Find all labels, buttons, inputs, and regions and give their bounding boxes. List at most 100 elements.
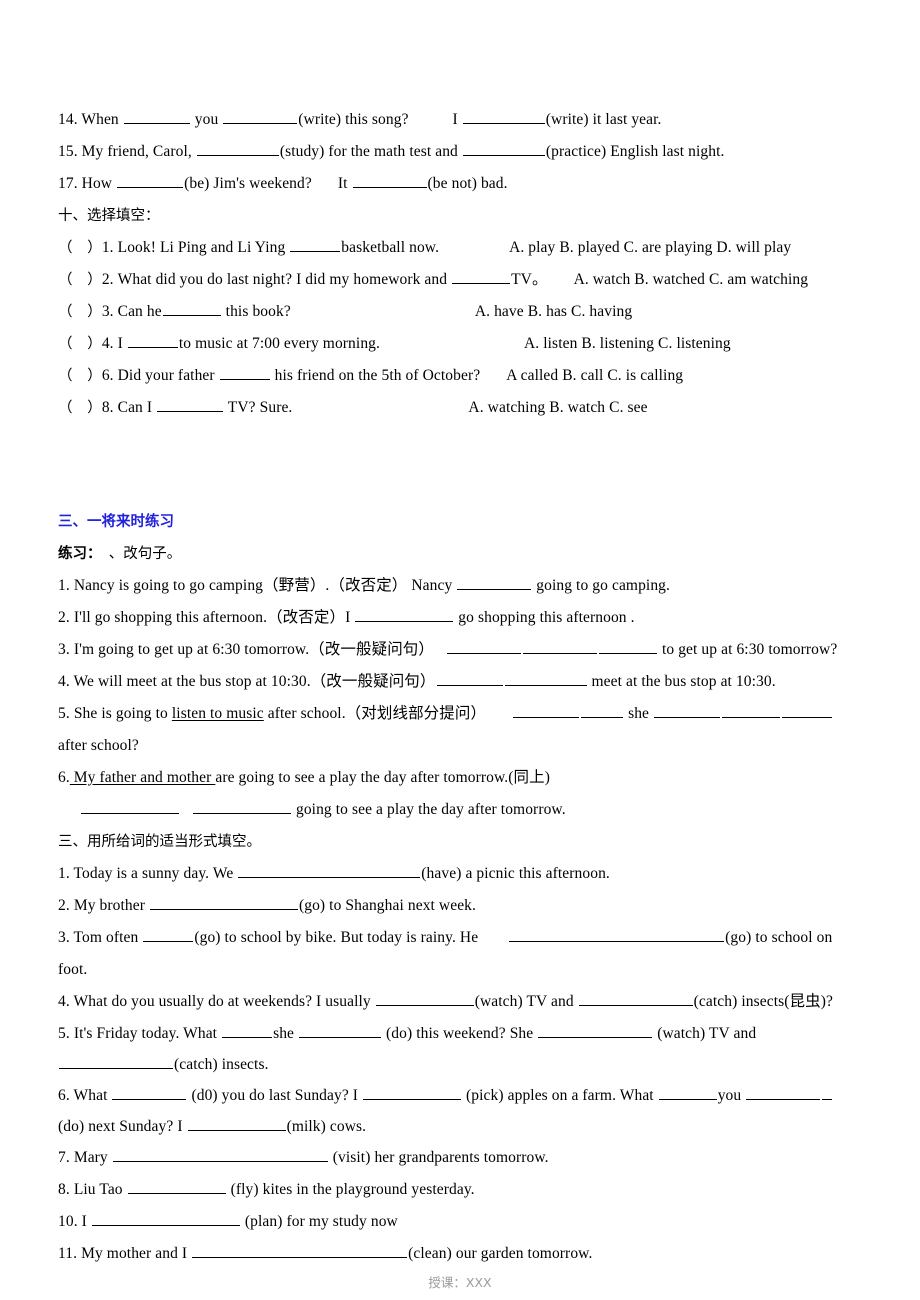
answer-blank[interactable] <box>127 332 178 348</box>
item-text-part: (write) it last year. <box>545 111 662 128</box>
mc-options[interactable]: A. have B. has C. having <box>475 303 632 320</box>
answer-blank[interactable] <box>457 574 532 590</box>
answer-blank[interactable] <box>222 1022 273 1038</box>
answer-blank[interactable] <box>654 702 721 718</box>
item-number: 5. <box>58 1025 74 1042</box>
answer-blank[interactable] <box>375 990 474 1006</box>
answer-blank[interactable] <box>123 108 190 124</box>
item-text-part: It <box>337 175 352 192</box>
answer-blank[interactable] <box>238 862 421 878</box>
answer-blank[interactable] <box>352 172 427 188</box>
item-number: 7. <box>58 1149 74 1166</box>
answer-blank[interactable] <box>91 1210 240 1226</box>
item-text-part: to music at 7:00 every morning. <box>178 335 380 352</box>
item-text-part: (catch) insects(昆虫)? <box>693 993 833 1010</box>
item-text-part: to get up at 6:30 tomorrow? <box>658 641 838 658</box>
item-text-part: It's Friday today. What <box>73 1025 222 1042</box>
item-text-part: basketball now. <box>341 239 440 256</box>
future-item-5: 5. She is going to listen to music after… <box>58 698 858 762</box>
answer-blank[interactable] <box>452 268 511 284</box>
answer-bracket[interactable]: （ ） <box>58 336 102 352</box>
section-heading-future-tense: 三、一将来时练习 <box>58 514 174 530</box>
answer-blank[interactable] <box>538 1022 653 1038</box>
answer-blank[interactable] <box>523 638 597 654</box>
answer-blank[interactable] <box>219 364 270 380</box>
answer-blank[interactable] <box>112 1146 328 1162</box>
answer-blank[interactable] <box>578 990 693 1006</box>
item-text-part: (d0) you do last Sunday? I <box>187 1087 363 1104</box>
answer-blank[interactable] <box>447 638 521 654</box>
item-text-part: going to see a play the day after tomorr… <box>292 801 566 818</box>
item-text-part: TV? Sure. <box>224 399 293 416</box>
underlined-phrase: listen to music <box>171 705 264 722</box>
answer-blank[interactable] <box>746 1084 821 1100</box>
mc-options[interactable]: A. watching B. watch C. see <box>468 399 647 416</box>
item-text-part: his friend on the 5th of October? <box>270 367 481 384</box>
mc-options[interactable]: A called B. call C. is calling <box>506 367 683 384</box>
answer-blank[interactable] <box>143 926 194 942</box>
item-number: 17. <box>58 175 82 192</box>
answer-blank[interactable] <box>658 1084 717 1100</box>
answer-blank[interactable] <box>149 894 298 910</box>
answer-blank[interactable] <box>187 1115 286 1131</box>
item-text-part: Look! Li Ping and Li Ying <box>117 239 290 256</box>
item-number: 1. <box>101 239 118 256</box>
answer-blank[interactable] <box>127 1178 226 1194</box>
answer-blank[interactable] <box>290 236 341 252</box>
answer-blank[interactable] <box>513 702 580 718</box>
item-text-part: Mary <box>73 1149 112 1166</box>
answer-bracket[interactable]: （ ） <box>58 368 102 384</box>
item-number: 3. <box>101 303 118 320</box>
item-number: 8. <box>58 1181 74 1198</box>
mc-options[interactable]: A. play B. played C. are playing D. will… <box>509 239 791 256</box>
item-number: 2. <box>58 609 74 626</box>
answer-blank[interactable] <box>581 702 624 718</box>
answer-bracket[interactable]: （ ） <box>58 400 102 416</box>
forms-item-10: 10. I (plan) for my study now <box>58 1206 858 1238</box>
answer-blank[interactable] <box>599 638 657 654</box>
item-number: 2. <box>58 897 74 914</box>
answer-blank[interactable] <box>193 798 291 814</box>
forms-item-2: 2. My brother (go) to Shanghai next week… <box>58 890 858 922</box>
answer-blank[interactable] <box>363 1084 462 1100</box>
answer-blank[interactable] <box>223 108 298 124</box>
answer-blank[interactable] <box>81 798 179 814</box>
answer-blank[interactable] <box>192 1242 408 1258</box>
answer-blank[interactable] <box>112 1084 187 1100</box>
answer-blank[interactable] <box>782 702 833 718</box>
item-text-part: My brother <box>73 897 149 914</box>
future-item-3: 3. I'm going to get up at 6:30 tomorrow.… <box>58 634 858 666</box>
answer-blank[interactable] <box>196 140 279 156</box>
answer-blank[interactable] <box>436 670 503 686</box>
item-text-part: I <box>117 335 127 352</box>
answer-blank[interactable] <box>722 702 781 718</box>
answer-bracket[interactable]: （ ） <box>58 240 102 256</box>
answer-blank[interactable] <box>504 670 587 686</box>
item-text-part: go shopping this afternoon . <box>454 609 635 626</box>
page-footer: 授课：XXX <box>428 1275 492 1290</box>
item-text-part: after school.（对划线部分提问） <box>263 705 487 722</box>
answer-blank[interactable] <box>355 606 454 622</box>
mc-options[interactable]: A. watch B. watched C. am watching <box>574 271 809 288</box>
answer-blank[interactable] <box>509 926 725 942</box>
item-number: 1. <box>58 577 74 594</box>
answer-blank[interactable] <box>162 300 221 316</box>
item-text-part: (watch) TV and <box>653 1025 757 1042</box>
exercise-line-14: 14. When you (write) this song? I (write)… <box>58 104 858 136</box>
item-text-part: Tom often <box>73 929 143 946</box>
exercise-line-17: 17. How (be) Jim's weekend? It (be not) b… <box>58 168 858 200</box>
answer-bracket[interactable]: （ ） <box>58 304 102 320</box>
answer-blank[interactable] <box>157 396 224 412</box>
mc-options[interactable]: A. listen B. listening C. listening <box>524 335 731 352</box>
answer-blank[interactable] <box>462 108 545 124</box>
answer-blank[interactable] <box>117 172 184 188</box>
answer-blank[interactable] <box>59 1053 173 1069</box>
answer-blank[interactable] <box>299 1022 382 1038</box>
answer-bracket[interactable]: （ ） <box>58 272 102 288</box>
item-text-part: (milk) cows. <box>286 1118 367 1135</box>
item-text-part: she <box>624 705 654 722</box>
answer-blank[interactable] <box>822 1084 833 1100</box>
item-text-part: Today is a sunny day. We <box>73 865 238 882</box>
answer-blank[interactable] <box>462 140 545 156</box>
